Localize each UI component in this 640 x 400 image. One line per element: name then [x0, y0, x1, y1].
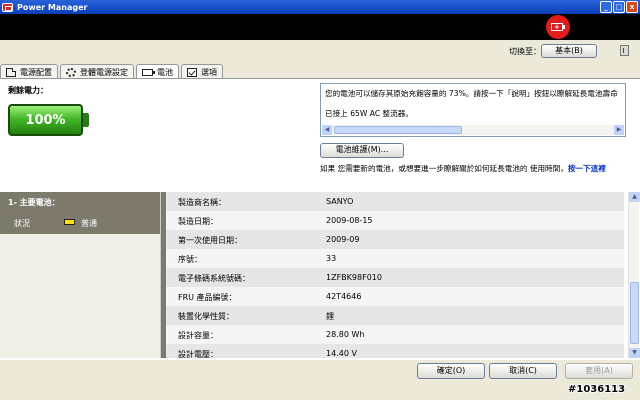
- detail-key: 設計電壓：: [178, 350, 218, 358]
- detail-key: 電子條碼系統號碼：: [178, 274, 250, 283]
- tab-label: 電池: [157, 68, 173, 77]
- detail-key: 第一次使用日期：: [178, 236, 242, 245]
- scroll-thumb[interactable]: [630, 282, 639, 344]
- help-icon[interactable]: [620, 45, 629, 56]
- power-manager-icon: [2, 2, 13, 12]
- scroll-right-icon[interactable]: ▶: [614, 125, 624, 135]
- table-row: 裝置化學性質： 鋰: [166, 306, 624, 325]
- close-button[interactable]: x: [626, 1, 638, 13]
- detail-value: SANYO: [326, 197, 354, 206]
- tab-options[interactable]: 選項: [181, 64, 223, 79]
- window-controls: _ □ x: [600, 1, 638, 13]
- header-band: [0, 14, 640, 40]
- detail-key: FRU 產品編號：: [178, 293, 237, 302]
- title-bar: Power Manager _ □ x: [0, 0, 640, 14]
- recommend-text: 如果 您需要新的電池，或想要進一步瞭解關於如何延長電池的 使用時間，: [320, 164, 568, 173]
- table-row: 電子條碼系統號碼： 1ZFBK98F010: [166, 268, 624, 287]
- detail-value: 鋰: [326, 312, 334, 321]
- info-adapter-text: 已接上 65W AC 整流器。: [325, 109, 413, 118]
- window-title: Power Manager: [17, 2, 88, 12]
- detail-value: 14.40 V: [326, 349, 357, 358]
- detail-value: 2009-08-15: [326, 216, 373, 225]
- click-here-link[interactable]: 按一下這裡: [568, 164, 606, 173]
- table-row: 設計電壓： 14.40 V: [166, 344, 624, 358]
- apply-button[interactable]: 套用(A): [565, 363, 633, 379]
- table-row: 設計容量： 28.80 Wh: [166, 325, 624, 344]
- status-value: 普通: [81, 219, 97, 228]
- primary-battery-header[interactable]: 1- 主要電池：: [0, 192, 160, 210]
- minimize-button[interactable]: _: [600, 1, 612, 13]
- scroll-thumb[interactable]: [334, 126, 462, 134]
- battery-status-icon: +: [546, 15, 570, 39]
- gear-icon: [66, 67, 76, 77]
- table-row: FRU 產品編號： 42T4646: [166, 287, 624, 306]
- detail-key: 製造商名稱：: [178, 198, 226, 207]
- detail-value: 42T4646: [326, 292, 362, 301]
- detail-value: 1ZFBK98F010: [326, 273, 382, 282]
- tab-label: 選項: [201, 67, 217, 77]
- tab-power-plans[interactable]: 電源配置: [0, 64, 58, 79]
- tab-strip: 電源配置 登體電源設定 電池 選項: [0, 64, 225, 80]
- maximize-button[interactable]: □: [613, 1, 625, 13]
- tab-label: 登體電源設定: [80, 67, 128, 77]
- switch-basic-button[interactable]: 基本(B): [541, 44, 597, 58]
- status-label: 狀況: [14, 219, 30, 228]
- info-capacity-text: 您的電池可以儲存其原始充飽容量的 73%。請按一下「說明」按鈕以瞭解延長電池壽命: [325, 89, 618, 98]
- detail-value: 2009-09: [326, 235, 360, 244]
- table-row: 第一次使用日期： 2009-09: [166, 230, 624, 249]
- battery-percent: 100%: [25, 112, 66, 128]
- table-row: 製造日期： 2009-08-15: [166, 211, 624, 230]
- watermark: #1036113: [568, 384, 626, 395]
- battery-details-table: 製造商名稱： SANYO 製造日期： 2009-08-15 第一次使用日期： 2…: [160, 192, 628, 358]
- scroll-left-icon[interactable]: ◀: [322, 125, 332, 135]
- cancel-button[interactable]: 取消(C): [489, 363, 557, 379]
- battery-tip: [83, 113, 89, 127]
- battery-icon: [142, 69, 155, 76]
- detail-key: 製造日期：: [178, 217, 218, 226]
- remaining-power-label: 剩餘電力：: [8, 86, 48, 95]
- battery-level-graphic: 100%: [8, 104, 83, 136]
- scroll-up-icon[interactable]: ▲: [629, 192, 640, 202]
- battery-status-row[interactable]: 狀況 普通: [0, 210, 160, 234]
- switch-label: 切換至：: [509, 47, 541, 56]
- detail-value: 33: [326, 254, 337, 263]
- tab-label: 電源配置: [20, 67, 52, 77]
- table-row: 製造商名稱： SANYO: [166, 192, 624, 211]
- detail-key: 裝置化學性質：: [178, 312, 234, 321]
- battery-info-box[interactable]: 您的電池可以儲存其原始充飽容量的 73%。請按一下「說明」按鈕以瞭解延長電池壽命…: [320, 83, 626, 137]
- document-icon: [6, 67, 16, 77]
- battery-maintenance-button[interactable]: 電池維護(M)...: [320, 143, 404, 158]
- details-vertical-scrollbar[interactable]: ▲ ▼: [628, 192, 640, 358]
- table-row: 序號： 33: [166, 249, 624, 268]
- info-horizontal-scrollbar[interactable]: ◀ ▶: [322, 125, 624, 135]
- scroll-down-icon[interactable]: ▼: [629, 348, 640, 358]
- ok-button[interactable]: 確定(O): [417, 363, 485, 379]
- tab-global-power-settings[interactable]: 登體電源設定: [60, 64, 134, 79]
- checkbox-icon: [187, 67, 197, 77]
- battery-condition-icon: [64, 219, 75, 225]
- detail-value: 28.80 Wh: [326, 330, 365, 339]
- new-battery-recommendation: 如果 您需要新的電池，或想要進一步瞭解關於如何延長電池的 使用時間，按一下這裡: [320, 163, 606, 174]
- detail-key: 設計容量：: [178, 331, 218, 340]
- detail-key: 序號：: [178, 255, 202, 264]
